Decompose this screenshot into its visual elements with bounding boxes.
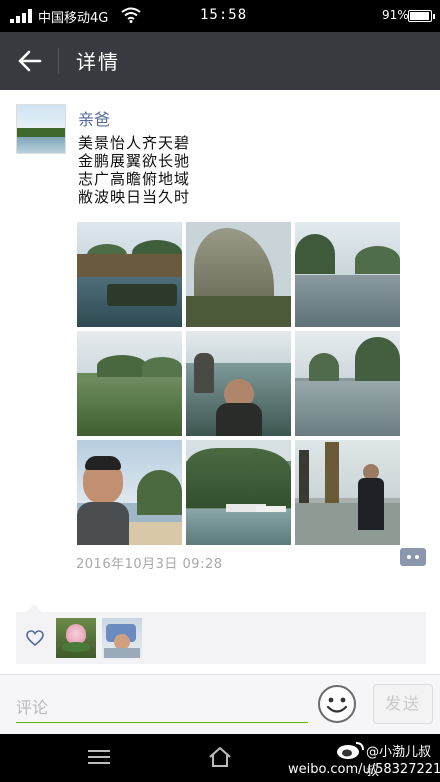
post-text: 美景怡人齐天碧 金鹏展翼欲长驰 志广高瞻俯地域 敝波映日当久时 (78, 134, 190, 206)
title-divider (58, 48, 59, 74)
poem-line: 敝波映日当久时 (78, 188, 191, 206)
status-bar: 中国移动4G 15:58 91% (0, 0, 440, 32)
photo-thumbnail[interactable] (295, 222, 400, 327)
poem-line: 美景怡人齐天碧 (78, 134, 191, 152)
smiley-icon[interactable] (317, 684, 357, 724)
liker-avatar[interactable] (56, 618, 96, 658)
photo-thumbnail[interactable] (186, 440, 291, 545)
battery-percent: 91% (382, 8, 409, 22)
photo-thumbnail[interactable] (295, 331, 400, 436)
moment-detail-screen: 中国移动4G 15:58 91% 详情 亲爸 美景怡人齐天碧 金鹏展翼欲长驰 志… (0, 0, 440, 782)
author-avatar[interactable] (16, 104, 66, 154)
comment-dots-icon[interactable] (400, 548, 426, 566)
liker-avatar[interactable] (102, 618, 142, 658)
author-name-link[interactable]: 亲爸 (78, 106, 110, 130)
post-timestamp: 2016年10月3日 09:28 (76, 557, 223, 572)
watermark-url: weibo.com/u/5832722103 (288, 762, 440, 777)
poem-line: 志广高瞻俯地域 (78, 170, 191, 188)
carrier-label: 中国移动4G (38, 11, 109, 26)
page-title: 详情 (76, 50, 120, 74)
menu-icon[interactable] (88, 748, 110, 766)
photo-thumbnail[interactable] (186, 222, 291, 327)
arrow-left-icon[interactable] (10, 44, 50, 78)
home-icon[interactable] (208, 746, 232, 768)
signal-icon (10, 9, 34, 23)
poem-line: 金鹏展翼欲长驰 (78, 152, 191, 170)
title-bar: 详情 (0, 32, 440, 90)
photo-grid (77, 222, 400, 545)
send-button[interactable]: 发送 (373, 684, 433, 724)
photo-thumbnail[interactable] (77, 222, 182, 327)
photo-thumbnail[interactable] (77, 440, 182, 545)
photo-thumbnail[interactable] (77, 331, 182, 436)
photo-thumbnail[interactable] (295, 440, 400, 545)
weibo-logo-icon (337, 742, 364, 759)
clock: 15:58 (200, 7, 248, 23)
photo-thumbnail[interactable] (186, 331, 291, 436)
wifi-icon (121, 7, 141, 23)
likes-pointer (26, 604, 42, 612)
comment-input[interactable] (16, 693, 308, 723)
heart-outline-icon (26, 630, 44, 646)
battery-icon (408, 10, 435, 22)
